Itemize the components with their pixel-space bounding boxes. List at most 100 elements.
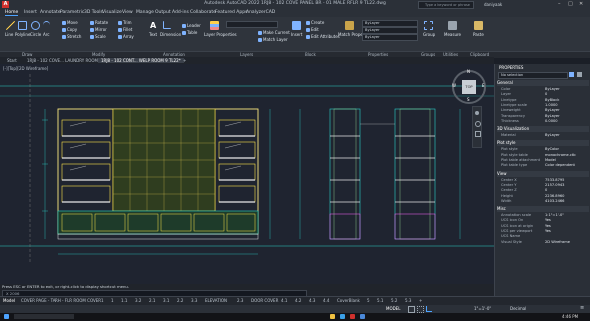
- clock[interactable]: 4:46 PM: [562, 314, 578, 319]
- layout-tab[interactable]: 4.4: [323, 298, 329, 303]
- layout-tab[interactable]: 1.1: [121, 298, 127, 303]
- ribbon-tab-view[interactable]: View: [122, 10, 133, 15]
- property-row[interactable]: Height 2236.8960: [497, 194, 589, 199]
- lineweight-dropdown[interactable]: ByLayer: [362, 34, 418, 41]
- group-icon[interactable]: [424, 21, 433, 30]
- property-value[interactable]: ByLayer: [545, 87, 560, 91]
- measure-icon[interactable]: [448, 21, 457, 30]
- layout-tab[interactable]: 3.1: [163, 298, 169, 303]
- linetype-dropdown[interactable]: ByLayer: [362, 27, 418, 34]
- layout-tab[interactable]: 2.2: [177, 298, 183, 303]
- property-value[interactable]: ByLayer: [545, 114, 560, 118]
- ribbon-tab-insert[interactable]: Insert: [24, 10, 37, 15]
- compass-s[interactable]: S: [467, 97, 470, 102]
- modify-rotate[interactable]: Rotate: [90, 20, 108, 25]
- ribbon-tab-annotate[interactable]: Annotate: [40, 10, 61, 15]
- paste-icon[interactable]: [474, 21, 483, 30]
- block-edit[interactable]: Edit: [306, 27, 319, 32]
- property-row[interactable]: Visual Style 2D Wireframe: [497, 240, 589, 245]
- layout-tab[interactable]: 1: [101, 298, 104, 303]
- property-row[interactable]: Center Z 0: [497, 188, 589, 193]
- property-row[interactable]: Center Y 2157.0943: [497, 183, 589, 188]
- layout-tab[interactable]: 5.1: [377, 298, 383, 303]
- property-row[interactable]: Center X 7533.8795: [497, 178, 589, 183]
- autocad-taskbar-icon[interactable]: [350, 314, 355, 319]
- property-value[interactable]: Yes: [545, 218, 551, 222]
- property-row[interactable]: Layer 0: [497, 92, 589, 97]
- block-edit-attributes[interactable]: Edit Attributes: [306, 34, 340, 39]
- ribbon-tab-manage[interactable]: Manage: [136, 10, 154, 15]
- property-row[interactable]: Annotation scale 1:1"=1'-0": [497, 213, 589, 218]
- modify-fillet[interactable]: Fillet: [118, 27, 132, 32]
- property-value[interactable]: ByColor: [545, 147, 559, 151]
- layout-tab[interactable]: 5: [367, 298, 370, 303]
- polyline-icon[interactable]: [18, 21, 27, 30]
- selection-dropdown[interactable]: No selection: [498, 72, 568, 79]
- minimize-button[interactable]: –: [558, 1, 561, 7]
- property-value[interactable]: ByLayer: [545, 108, 560, 112]
- property-row[interactable]: Linetype scale 1.0000: [497, 103, 589, 108]
- layout-tab[interactable]: CoverBlank: [337, 298, 360, 303]
- grid-icon[interactable]: [408, 306, 415, 313]
- modify-mirror[interactable]: Mirror: [90, 27, 107, 32]
- dimension-icon[interactable]: [163, 21, 171, 29]
- units-label[interactable]: Decimal: [510, 306, 526, 311]
- ribbon-tab-addins[interactable]: Add-ins: [172, 10, 189, 15]
- layout-tab[interactable]: 3.3: [191, 298, 197, 303]
- mail-icon[interactable]: [360, 314, 365, 319]
- new-tab-button[interactable]: +: [180, 58, 189, 63]
- quick-select-icon[interactable]: [569, 72, 574, 77]
- property-value[interactable]: 7533.8795: [545, 178, 564, 182]
- layout-tab[interactable]: DOOR COVER: [251, 298, 278, 303]
- property-value[interactable]: 0: [545, 92, 547, 96]
- ribbon-tab-featured-apps[interactable]: Featured Apps: [215, 10, 247, 15]
- property-value[interactable]: 1.0000: [545, 103, 558, 107]
- snap-icon[interactable]: [417, 306, 424, 313]
- select-objects-icon[interactable]: [577, 72, 582, 77]
- property-value[interactable]: Yes: [545, 229, 551, 233]
- ortho-icon[interactable]: [426, 306, 432, 312]
- property-value[interactable]: 2D Wireframe: [545, 240, 570, 244]
- match-properties-icon[interactable]: [345, 21, 354, 30]
- ribbon-tab-visualize[interactable]: Visualize: [102, 10, 122, 15]
- property-row[interactable]: Material ByLayer: [497, 133, 589, 138]
- property-row[interactable]: Thickness 0.0000: [497, 119, 589, 124]
- properties-section-header[interactable]: View: [497, 170, 589, 177]
- layout-tab[interactable]: RH - FLR ROOM COVER: [55, 298, 101, 303]
- ribbon-tab-collaborate[interactable]: Collaborate: [190, 10, 216, 15]
- layout-tab[interactable]: 3.2: [135, 298, 141, 303]
- compass-n[interactable]: N: [467, 69, 470, 74]
- ribbon-tab-output[interactable]: Output: [155, 10, 171, 15]
- match-layer[interactable]: Match Layer: [258, 37, 288, 42]
- windows-start-icon[interactable]: [4, 314, 9, 319]
- layer-dropdown[interactable]: [226, 21, 278, 28]
- file-explorer-icon[interactable]: [330, 314, 335, 319]
- layout-tab[interactable]: ELEVATION: [205, 298, 227, 303]
- properties-section-header[interactable]: Misc: [497, 206, 589, 213]
- ribbon-tab-home[interactable]: Home: [5, 10, 19, 16]
- properties-section-header[interactable]: 3D Visualization: [497, 126, 589, 133]
- block-create[interactable]: Create: [306, 20, 324, 25]
- viewcube-top-face[interactable]: TOP: [462, 80, 476, 94]
- layout-tab-model[interactable]: Model: [3, 298, 15, 303]
- property-row[interactable]: Lineweight ByLayer: [497, 108, 589, 113]
- ribbon-tab-parametric[interactable]: Parametric: [60, 10, 84, 15]
- property-row[interactable]: Width 4103.2466: [497, 199, 589, 204]
- property-value[interactable]: Yes: [545, 224, 551, 228]
- doc-tab-start[interactable]: Start: [4, 58, 20, 63]
- add-layout-button[interactable]: +: [419, 298, 422, 303]
- ribbon-tab-3dtools[interactable]: 3D Tools: [84, 10, 103, 15]
- modify-scale[interactable]: Scale: [90, 34, 106, 39]
- annotation-scale[interactable]: 1"=1'-0": [474, 306, 491, 311]
- property-value[interactable]: 2157.0943: [545, 183, 564, 187]
- layout-tab[interactable]: 5.3: [405, 298, 411, 303]
- compass-w[interactable]: W: [452, 83, 456, 88]
- make-current[interactable]: Make Current: [258, 30, 290, 35]
- insert-block-icon[interactable]: [292, 21, 301, 30]
- layout-tab[interactable]: 4.1: [281, 298, 287, 303]
- modify-array[interactable]: Array: [118, 34, 134, 39]
- color-dropdown[interactable]: ByLayer: [362, 20, 418, 27]
- text-icon[interactable]: A: [150, 21, 159, 30]
- property-row[interactable]: UCS icon at origin Yes: [497, 224, 589, 229]
- compass-e[interactable]: E: [482, 83, 485, 88]
